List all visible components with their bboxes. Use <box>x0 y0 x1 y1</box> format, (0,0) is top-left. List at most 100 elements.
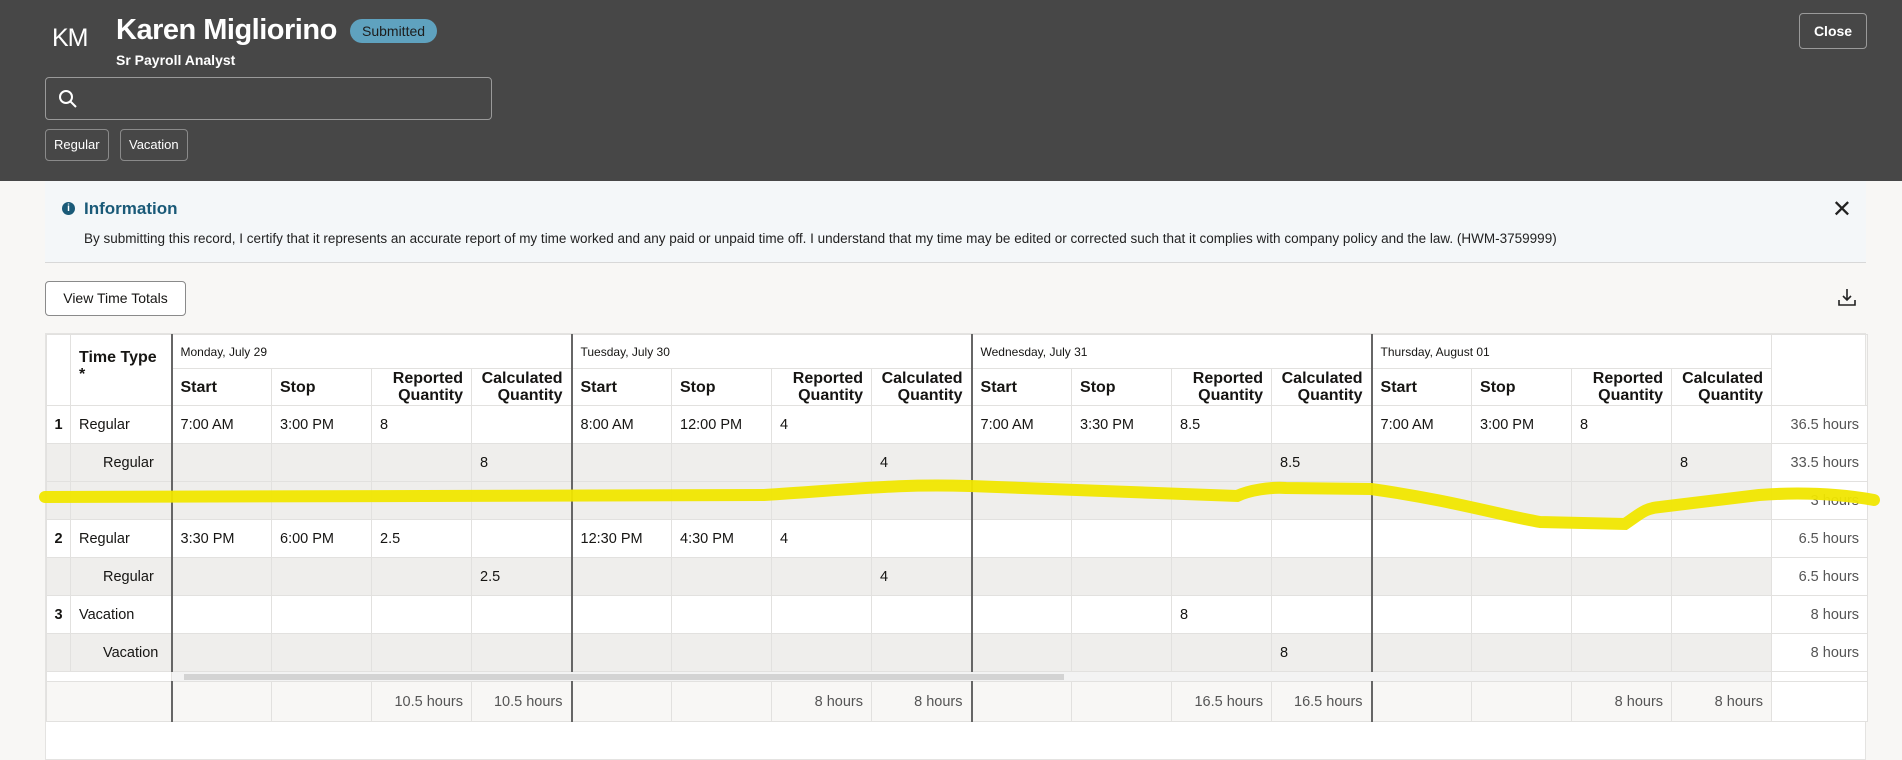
time-entry-cell[interactable] <box>271 557 372 596</box>
time-entry-cell[interactable]: 4 <box>870 443 973 482</box>
time-entry-cell[interactable] <box>1071 557 1173 596</box>
time-entry-cell[interactable] <box>870 405 973 444</box>
time-type-cell[interactable] <box>70 481 172 520</box>
time-entry-cell[interactable] <box>170 633 272 672</box>
time-entry-cell[interactable] <box>1471 557 1573 596</box>
time-entry-cell[interactable] <box>1271 557 1373 596</box>
time-entry-cell[interactable] <box>870 519 973 558</box>
time-entry-cell[interactable]: 8.5 <box>1171 405 1273 444</box>
time-entry-cell[interactable] <box>1471 443 1573 482</box>
time-entry-cell[interactable] <box>870 595 973 634</box>
time-entry-cell[interactable] <box>170 595 272 634</box>
time-entry-cell[interactable] <box>1370 557 1473 596</box>
time-entry-cell[interactable] <box>771 443 872 482</box>
time-entry-cell[interactable] <box>1171 443 1273 482</box>
horizontal-scrollbar[interactable] <box>170 671 1773 682</box>
time-entry-cell[interactable] <box>570 481 672 520</box>
time-entry-cell[interactable] <box>1071 481 1173 520</box>
table-row[interactable]: Regular 2.5 4 6.5 hours <box>46 557 1869 596</box>
time-entry-cell[interactable] <box>771 595 872 634</box>
table-row[interactable]: 3 hours <box>46 481 1869 520</box>
time-type-cell[interactable]: Vacation <box>70 595 172 634</box>
time-entry-cell[interactable]: 4 <box>771 405 872 444</box>
time-entry-cell[interactable] <box>570 595 672 634</box>
time-entry-cell[interactable] <box>570 633 672 672</box>
time-entry-cell[interactable] <box>170 443 272 482</box>
time-entry-cell[interactable] <box>1071 519 1173 558</box>
time-type-cell[interactable]: Regular <box>70 405 172 444</box>
time-entry-cell[interactable]: 8 <box>1271 633 1373 672</box>
time-entry-cell[interactable]: 8 <box>1571 405 1673 444</box>
time-entry-cell[interactable]: 12:30 PM <box>570 519 672 558</box>
time-entry-cell[interactable] <box>371 443 472 482</box>
time-entry-cell[interactable]: 12:00 PM <box>671 405 772 444</box>
time-entry-cell[interactable] <box>271 633 372 672</box>
time-entry-cell[interactable] <box>170 557 272 596</box>
time-entry-cell[interactable] <box>671 633 772 672</box>
table-row[interactable]: 2 Regular 3:30 PM 6:00 PM 2.5 12:30 PM 4:30 PM… <box>46 519 1869 558</box>
time-entry-cell[interactable] <box>1271 519 1373 558</box>
time-entry-cell[interactable] <box>1071 595 1173 634</box>
time-entry-cell[interactable] <box>1370 633 1473 672</box>
time-entry-cell[interactable] <box>1171 519 1273 558</box>
time-entry-cell[interactable]: 8:00 AM <box>570 405 672 444</box>
time-entry-cell[interactable] <box>1471 633 1573 672</box>
time-entry-cell[interactable] <box>1271 595 1373 634</box>
time-entry-cell[interactable] <box>1571 443 1673 482</box>
time-entry-cell[interactable] <box>1571 519 1673 558</box>
time-entry-cell[interactable]: 3:00 PM <box>1471 405 1573 444</box>
time-entry-cell[interactable] <box>1370 443 1473 482</box>
time-entry-cell[interactable] <box>870 633 973 672</box>
time-entry-cell[interactable]: 6:00 PM <box>271 519 372 558</box>
time-entry-cell[interactable] <box>1571 595 1673 634</box>
time-type-cell[interactable]: Regular <box>70 557 172 596</box>
table-row[interactable]: Regular 8 4 8.5 8 33.5 hours <box>46 443 1869 482</box>
time-entry-cell[interactable]: 7:00 AM <box>1370 405 1473 444</box>
time-entry-cell[interactable]: 3:30 PM <box>170 519 272 558</box>
time-entry-cell[interactable]: 4 <box>870 557 973 596</box>
time-entry-cell[interactable] <box>471 519 572 558</box>
time-entry-cell[interactable] <box>1671 405 1773 444</box>
time-entry-cell[interactable] <box>870 481 973 520</box>
scrollbar-thumb[interactable] <box>184 673 1064 680</box>
time-entry-cell[interactable] <box>1671 633 1773 672</box>
time-entry-cell[interactable] <box>970 481 1073 520</box>
time-entry-cell[interactable] <box>471 405 572 444</box>
table-row[interactable]: 1 Regular 7:00 AM 3:00 PM 8 8:00 AM 12:00 PM 4 7… <box>46 405 1869 444</box>
time-entry-cell[interactable]: 8 <box>1671 443 1773 482</box>
filter-chip-vacation[interactable]: Vacation <box>120 129 188 161</box>
time-entry-cell[interactable] <box>771 481 872 520</box>
time-entry-cell[interactable] <box>1271 481 1373 520</box>
time-entry-cell[interactable]: 2.5 <box>371 519 472 558</box>
time-entry-cell[interactable] <box>1471 519 1573 558</box>
time-entry-cell[interactable] <box>771 557 872 596</box>
time-entry-cell[interactable] <box>570 557 672 596</box>
time-entry-cell[interactable] <box>1171 557 1273 596</box>
time-entry-cell[interactable]: 8.5 <box>1271 443 1373 482</box>
time-entry-cell[interactable] <box>271 595 372 634</box>
time-entry-cell[interactable] <box>271 443 372 482</box>
time-entry-cell[interactable] <box>1171 633 1273 672</box>
time-type-cell[interactable]: Regular <box>70 519 172 558</box>
time-entry-cell[interactable] <box>1671 519 1773 558</box>
time-entry-cell[interactable] <box>1370 519 1473 558</box>
time-entry-cell[interactable] <box>1571 633 1673 672</box>
filter-chip-regular[interactable]: Regular <box>45 129 109 161</box>
time-entry-cell[interactable]: 7:00 AM <box>970 405 1073 444</box>
close-icon[interactable]: ✕ <box>1832 195 1852 224</box>
time-entry-cell[interactable] <box>1071 443 1173 482</box>
time-entry-cell[interactable]: 2.5 <box>471 557 572 596</box>
time-entry-cell[interactable] <box>1071 633 1173 672</box>
time-entry-cell[interactable] <box>371 633 472 672</box>
time-entry-cell[interactable] <box>671 443 772 482</box>
time-entry-cell[interactable] <box>970 633 1073 672</box>
time-entry-cell[interactable] <box>170 481 272 520</box>
table-row[interactable]: Vacation 8 8 hours <box>46 633 1869 672</box>
time-entry-cell[interactable] <box>970 443 1073 482</box>
time-entry-cell[interactable] <box>1471 481 1573 520</box>
time-entry-cell[interactable]: 8 <box>371 405 472 444</box>
time-entry-cell[interactable] <box>1370 481 1473 520</box>
time-type-cell[interactable]: Regular <box>70 443 172 482</box>
time-entry-cell[interactable] <box>1571 557 1673 596</box>
time-entry-cell[interactable] <box>1571 481 1673 520</box>
